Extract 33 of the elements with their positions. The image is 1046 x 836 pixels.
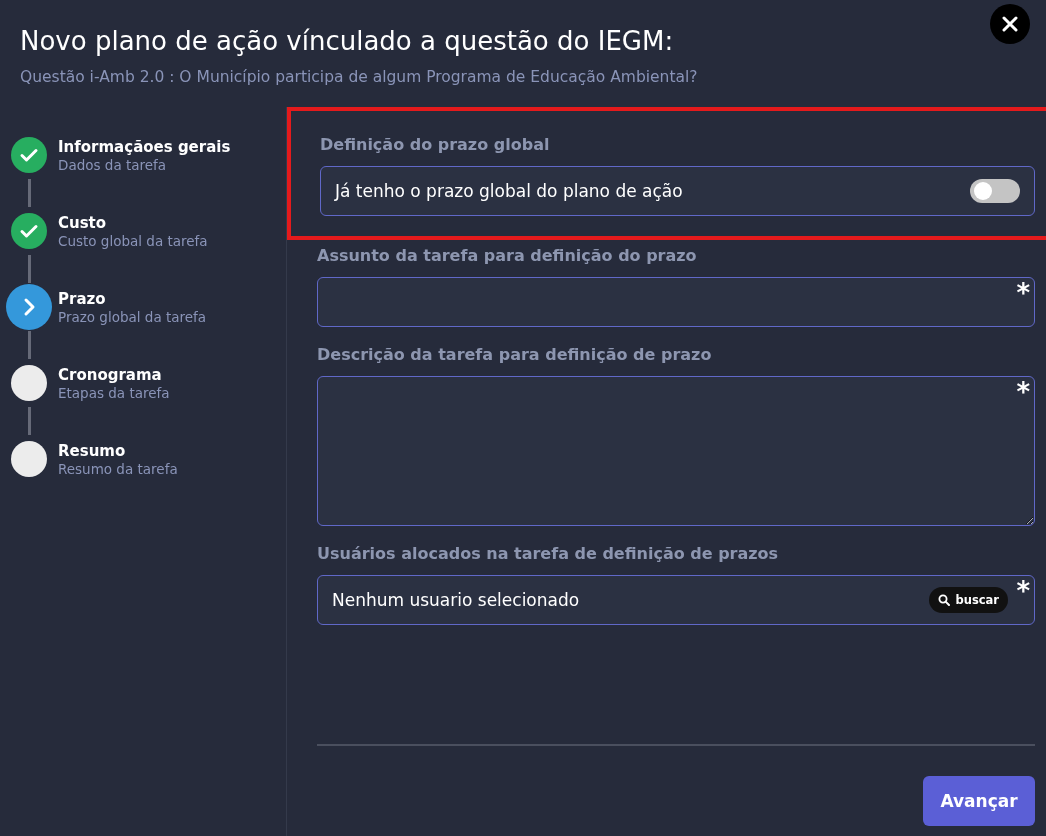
step-title: Prazo (58, 290, 107, 308)
step-title: Informaçãoes gerais (58, 138, 231, 156)
search-icon (938, 594, 951, 606)
step-title: Resumo (58, 442, 127, 460)
chevron-icon (6, 284, 52, 330)
step-description: Resumo da tarefa (58, 460, 178, 478)
section-label: Definição do prazo global (320, 135, 551, 154)
field-label: Usuários alocados na tarefa de definição de prazos (317, 544, 780, 563)
step-title: Custo (58, 214, 108, 232)
field-label: Assunto da tarefa para definição do prazo (317, 246, 698, 265)
dialog-subtitle: Questão i-Amb 2.0 : O Município participa de algum Programa de Educação Ambiental? (20, 68, 699, 86)
step-description: Prazo global da tarefa (58, 308, 207, 326)
step-circle (11, 441, 47, 477)
search-button[interactable]: buscar (929, 587, 1008, 613)
input-field[interactable] (317, 277, 1035, 327)
toggle-switch[interactable] (970, 179, 1020, 203)
step-description: Custo global da tarefa (58, 232, 208, 250)
toggle-label: Já tenho o prazo global do plano de ação (335, 181, 683, 201)
step-description: Etapas da tarefa (58, 384, 170, 402)
step-title: Cronograma (58, 366, 163, 384)
required-mark: * (1016, 577, 1030, 605)
step-circle (11, 365, 47, 401)
next-button[interactable]: Avançar (923, 776, 1035, 826)
dialog-title: Novo plano de ação vínculado a questão do IEGM: (20, 25, 674, 58)
close-icon (1001, 15, 1019, 33)
checkmark-icon (11, 137, 47, 173)
required-mark: * (1016, 279, 1030, 307)
required-mark: * (1016, 378, 1030, 406)
field-label: Descrição da tarefa para definição de prazo (317, 345, 713, 364)
checkmark-icon (11, 213, 47, 249)
step-description: Dados da tarefa (58, 156, 168, 174)
field-value: Nenhum usuario selecionado (332, 590, 580, 610)
close-button[interactable] (990, 4, 1030, 44)
